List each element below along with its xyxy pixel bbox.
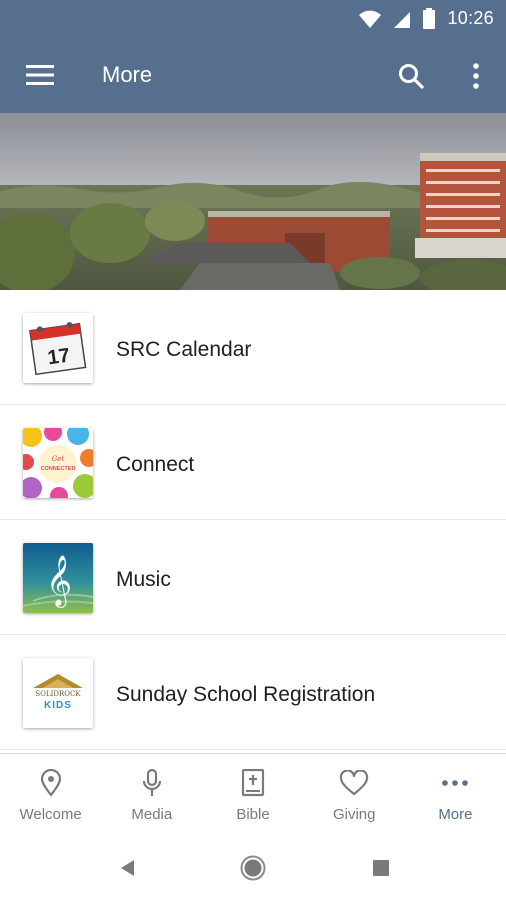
nav-label: Welcome <box>19 806 82 823</box>
calendar-thumb-icon: 17 <box>23 313 93 383</box>
menu-icon <box>26 65 54 85</box>
bottom-navigation: Welcome Media Bible Giving More <box>0 753 506 835</box>
nav-item-welcome[interactable]: Welcome <box>0 754 101 835</box>
list-item-src-calendar[interactable]: 17 SRC Calendar <box>0 290 506 405</box>
menu-button[interactable] <box>14 54 66 96</box>
kids-thumb-subtext: KIDS <box>44 700 72 711</box>
recents-icon <box>373 860 389 876</box>
svg-text:CONNECTED: CONNECTED <box>41 466 76 472</box>
system-home-button[interactable] <box>238 853 268 883</box>
nav-label: Media <box>131 806 173 823</box>
header-banner-image <box>0 113 506 290</box>
search-button[interactable] <box>388 54 434 98</box>
status-time: 10:26 <box>447 8 494 28</box>
nav-item-more[interactable]: More <box>405 754 506 835</box>
nav-label: Bible <box>236 806 270 823</box>
status-bar: 10:26 <box>0 0 506 38</box>
list-item-label: SRC Calendar <box>116 338 252 361</box>
list-item-label: Music <box>116 568 171 591</box>
nav-label: More <box>438 806 473 823</box>
kids-thumb-brand: SOLIDROCK <box>35 690 81 698</box>
list-item-label: Sunday School Registration <box>116 683 376 706</box>
kids-thumb-icon: SOLIDROCK KIDS <box>23 658 93 728</box>
home-icon <box>240 855 266 881</box>
svg-text:𝄞: 𝄞 <box>46 555 72 608</box>
list-item-sunday-school-registration[interactable]: SOLIDROCK KIDS Sunday School Registratio… <box>0 635 506 750</box>
heart-icon <box>339 768 369 798</box>
nav-item-media[interactable]: Media <box>101 754 202 835</box>
search-icon <box>399 64 424 89</box>
status-icons <box>358 8 436 30</box>
list-item-music[interactable]: 𝄞 Music <box>0 520 506 635</box>
location-pin-icon <box>36 768 66 798</box>
app-bar: More <box>0 38 506 113</box>
back-icon <box>121 860 134 876</box>
system-recents-button[interactable] <box>366 853 396 883</box>
nav-label: Giving <box>332 806 376 823</box>
connect-thumb-icon: Get CONNECTED <box>23 428 93 498</box>
system-navigation-bar <box>0 835 506 900</box>
more-list: 17 SRC Calendar Get CONNECTED Connect 𝄞 … <box>0 290 506 750</box>
list-item-connect[interactable]: Get CONNECTED Connect <box>0 405 506 520</box>
calendar-thumb-date: 17 <box>46 345 71 370</box>
overflow-icon <box>473 63 479 89</box>
nav-item-bible[interactable]: Bible <box>202 754 303 835</box>
microphone-icon <box>137 768 167 798</box>
signal-icon <box>394 12 410 28</box>
music-thumb-icon: 𝄞 <box>23 543 93 613</box>
battery-icon <box>423 8 435 29</box>
page-title: More <box>102 62 153 87</box>
system-back-button[interactable] <box>112 853 142 883</box>
list-item-label: Connect <box>116 453 195 476</box>
wifi-icon <box>359 10 381 28</box>
svg-text:Get: Get <box>52 455 65 463</box>
nav-item-giving[interactable]: Giving <box>304 754 405 835</box>
more-dots-icon <box>440 768 470 798</box>
bible-icon <box>238 768 268 798</box>
overflow-menu-button[interactable] <box>458 54 494 98</box>
